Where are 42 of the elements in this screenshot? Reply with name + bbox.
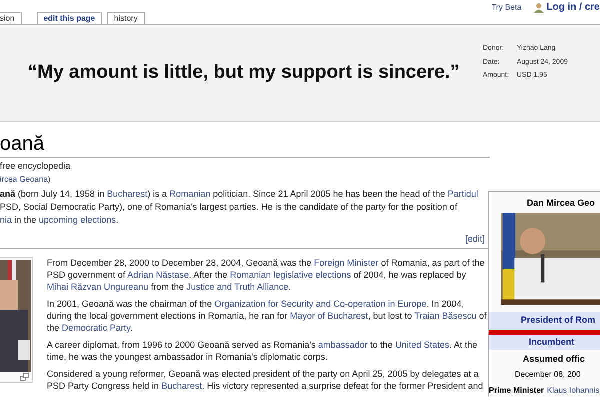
redirect-link[interactable]: ircea Geoana <box>0 174 48 186</box>
link[interactable]: Traian Băsescu <box>414 311 477 321</box>
login-link[interactable]: Log in / cre <box>546 0 600 15</box>
link[interactable]: Bucharest <box>162 381 202 391</box>
assumed-office-label: Assumed offic <box>522 353 586 366</box>
link[interactable]: Democratic Party <box>62 323 130 333</box>
link[interactable]: United States <box>395 340 450 350</box>
incumbent-label: Incumbent <box>489 334 600 350</box>
link[interactable]: Mayor of Bucharest <box>290 311 368 321</box>
tab[interactable]: history <box>107 12 145 24</box>
user-icon <box>534 2 544 12</box>
article-title: oană <box>0 131 490 158</box>
row-label: Prime Minister <box>489 384 544 396</box>
link[interactable]: ambassador <box>318 340 368 350</box>
office-heading: President of Rom <box>489 312 600 330</box>
link[interactable]: nia <box>0 214 12 224</box>
paragraph: In 2001, Geoană was the chairman of the Organization for Security and Co-operation in Europe. In 2004, during the local government elections in Romania, he ran for Mayor of Bucharest, but lost to Traian Băsescu of the Democratic Party. <box>47 298 487 334</box>
enlarge-icon[interactable] <box>20 373 29 381</box>
paragraph: Considered a young reformer, Geoană was elected president of the party on April 25, 2005 by delegates at a PSD Party Congress held in Bucharest. His victory represented a surprise defeat for the former President and <box>47 368 484 392</box>
redirect-close-paren: ) <box>48 174 51 186</box>
tab[interactable]: sion <box>0 12 22 24</box>
infobox-title: Dan Mircea Geo <box>526 196 596 210</box>
try-beta-link[interactable]: Try Beta <box>492 2 522 14</box>
link[interactable]: Foreign Minister <box>314 258 379 268</box>
link[interactable]: Bucharest <box>107 188 148 198</box>
tab[interactable]: edit this page <box>36 12 102 24</box>
link[interactable]: Organization for Security and Co-operation in Europe <box>214 299 427 309</box>
link[interactable]: Mihai Răzvan Ungureanu <box>47 282 149 292</box>
donor-quote: “My amount is little, but my support is sincere.” <box>28 60 460 84</box>
paragraph: A career diplomat, from 1996 to 2000 Geoană served as Romania's ambassador to the United States. At the time, he was the youngest ambassador in Romania's diplomatic corps. <box>47 339 478 363</box>
edit-link[interactable]: [edit] <box>465 232 485 246</box>
link[interactable]: Justice and Truth Alliance <box>186 282 289 292</box>
paragraph: From December 28, 2000 to December 28, 2004, Geoană was the Foreign Minister of Romania, as part of the PSD government of Adrian Năstase. After the Romanian legislative elections of 2004, he was replaced by Mihai Răzvan Ungureanu from the Justice and Truth Alliance. <box>47 257 486 293</box>
tagline: free encyclopedia <box>0 160 72 173</box>
link[interactable]: Partidul <box>448 188 478 198</box>
link[interactable]: upcoming elections <box>39 214 116 224</box>
intro-paragraph: ană (born July 14, 1958 in Bucharest) is a Romanian politician. Since 21 April 2005 he has been the head of the Partidul PSD, Social Democratic Party), one of Romania's largest parties. He is the candidate of the party for the position of nia in the upcoming elections. <box>0 188 480 226</box>
link[interactable]: Romanian <box>170 188 211 198</box>
link[interactable]: Romanian legislative elections <box>230 270 352 280</box>
link[interactable]: Adrian Năstase <box>128 270 190 280</box>
assumed-office-date: December 08, 200 <box>514 368 582 380</box>
link[interactable]: Klaus Iohannis <box>547 384 600 396</box>
